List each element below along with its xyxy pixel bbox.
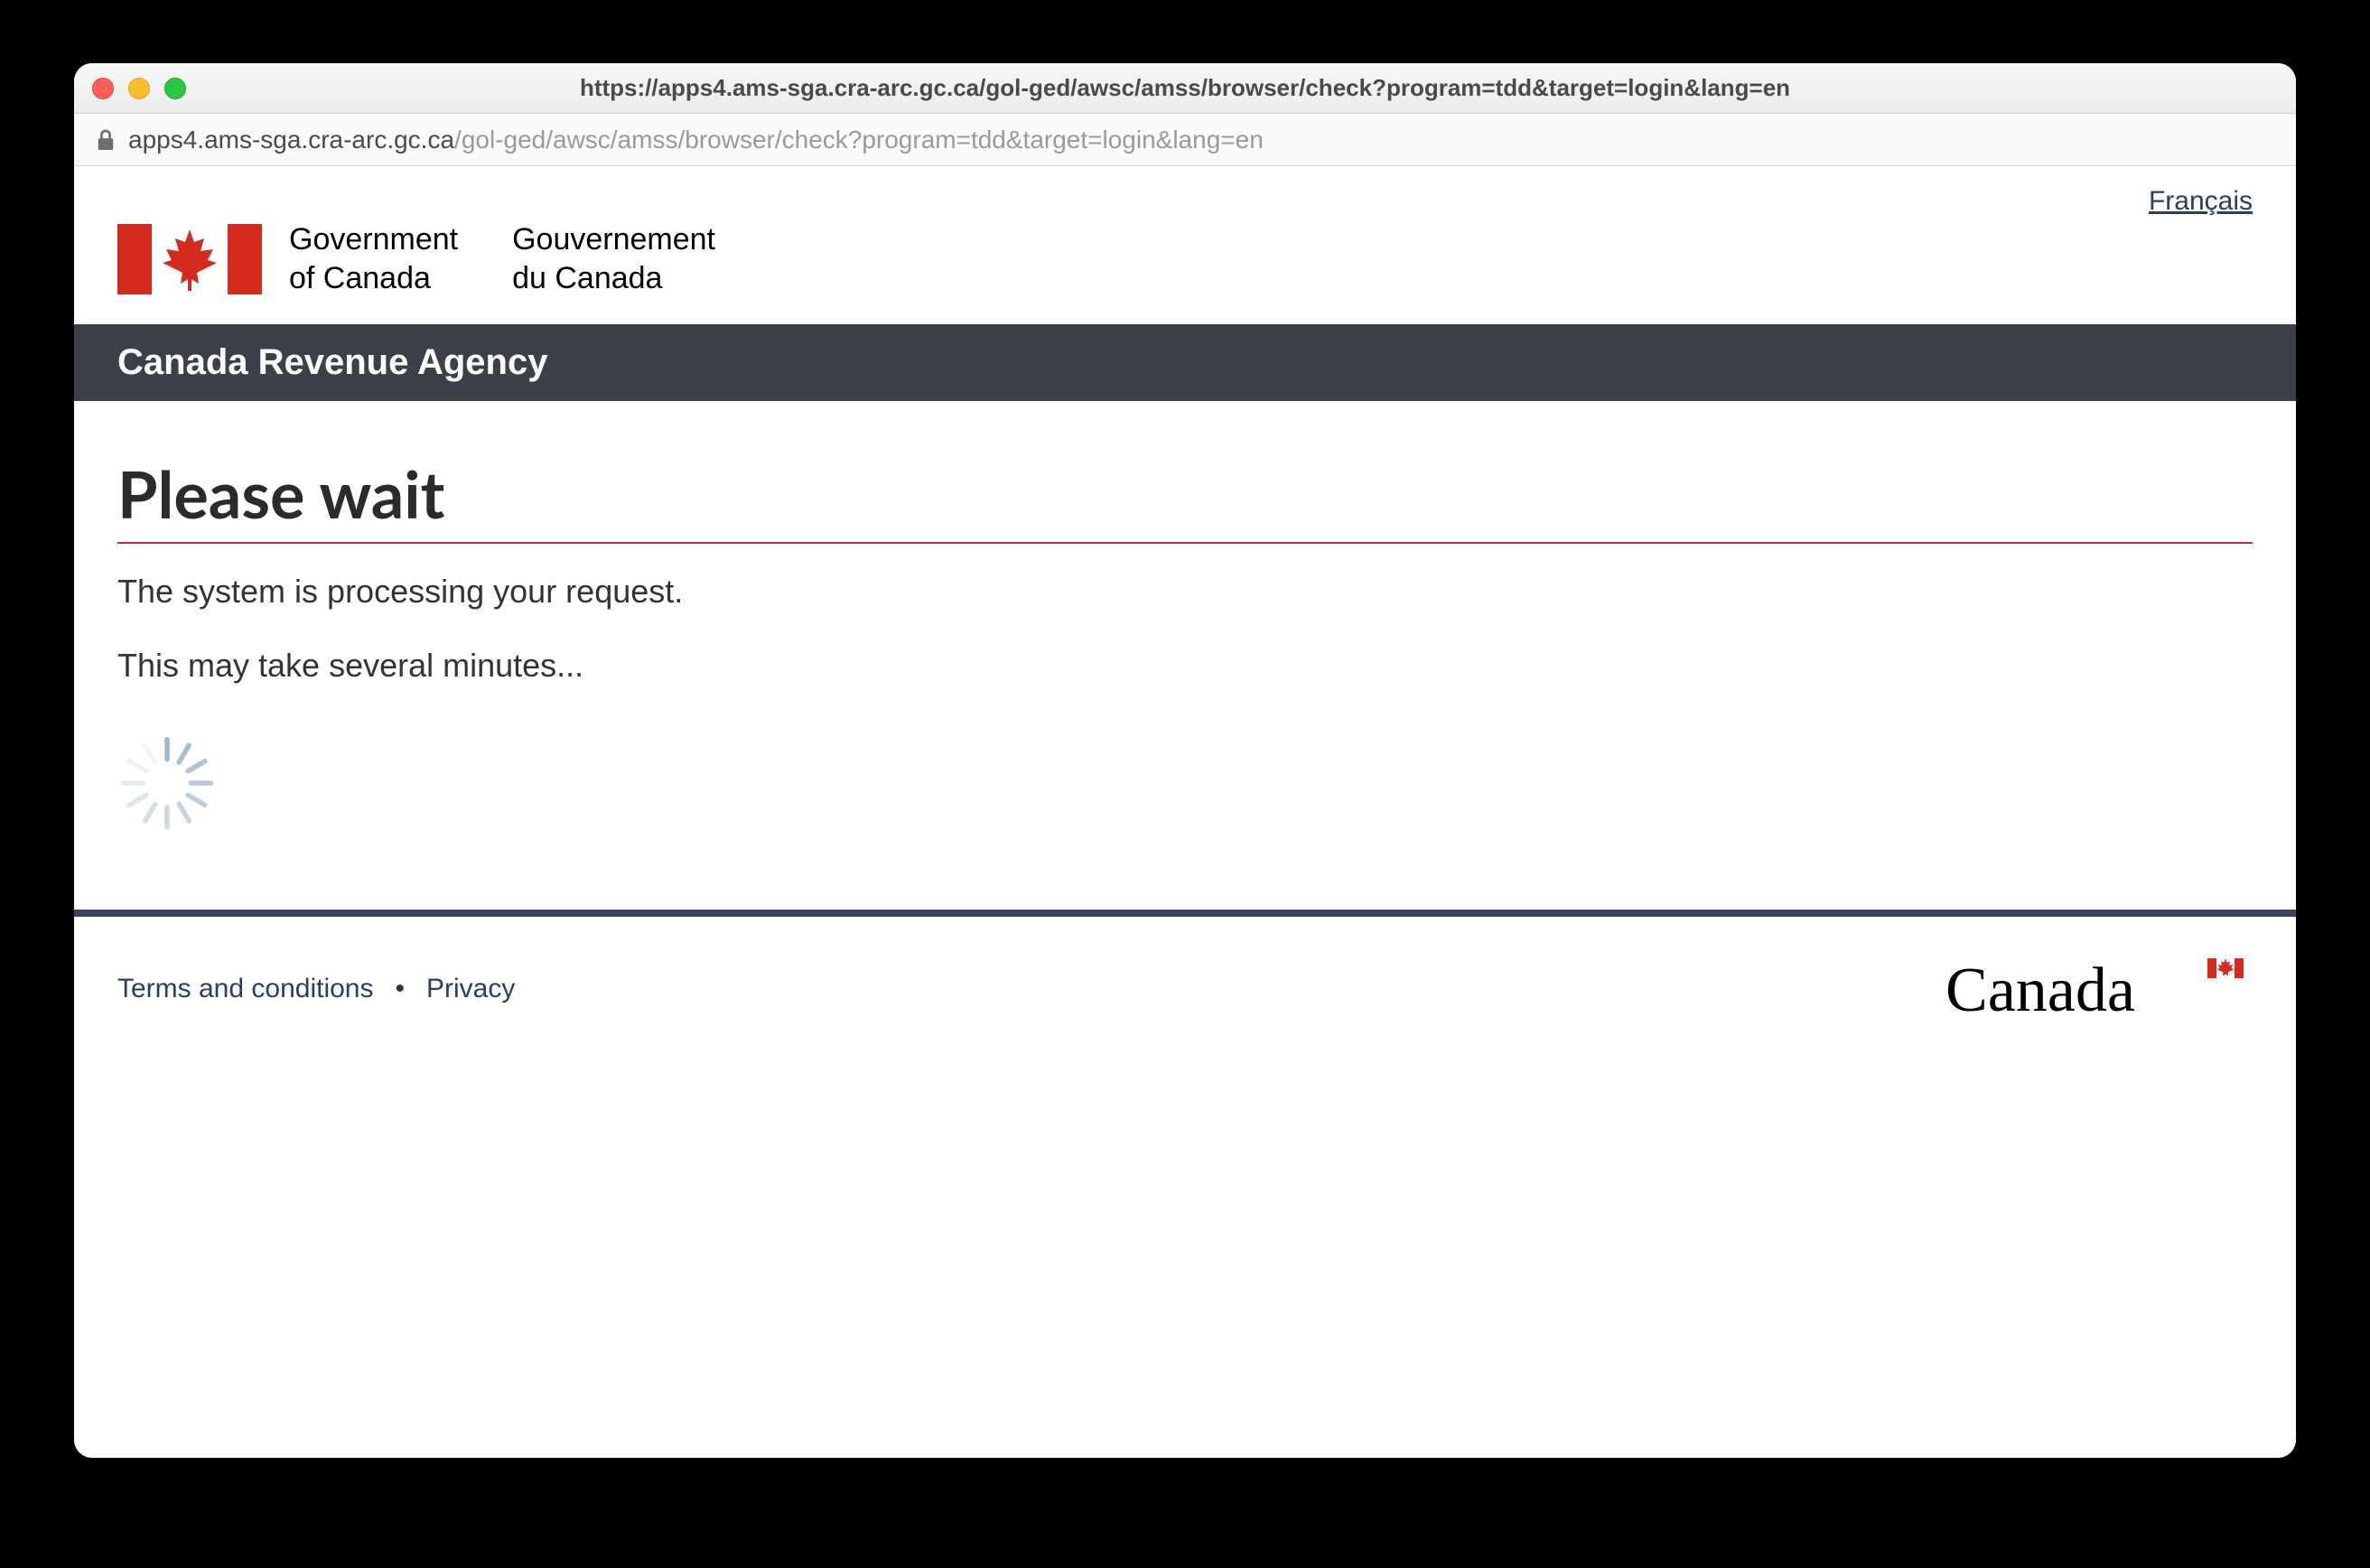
goc-fr-line2: du Canada: [512, 259, 715, 298]
address-bar[interactable]: apps4.ams-sga.cra-arc.gc.ca/gol-ged/awsc…: [74, 114, 2296, 166]
goc-en-line1: Government: [289, 220, 458, 259]
minimize-window-button[interactable]: [128, 78, 150, 99]
agency-title-bar: Canada Revenue Agency: [74, 324, 2296, 401]
address-text: apps4.ams-sga.cra-arc.gc.ca/gol-ged/awsc…: [128, 126, 1264, 154]
page-content: Français Government of Canada: [74, 166, 2296, 1458]
address-host: apps4.ams-sga.cra-arc.gc.ca: [128, 126, 454, 154]
goc-english-label: Government of Canada: [289, 220, 458, 297]
footer-links: Terms and conditions • Privacy: [117, 974, 515, 1004]
canada-wordmark-icon: Canada: [1945, 953, 2253, 1025]
lock-icon: [96, 128, 116, 152]
goc-signature: Government of Canada Gouvernement du Can…: [74, 217, 2296, 324]
footer: Terms and conditions • Privacy Canada: [74, 917, 2296, 1079]
language-toggle-link[interactable]: Français: [2149, 186, 2253, 217]
processing-message-2: This may take several minutes...: [117, 647, 2253, 685]
processing-message-1: The system is processing your request.: [117, 573, 2253, 611]
top-strip: Français: [74, 166, 2296, 217]
goc-en-line2: of Canada: [289, 259, 458, 298]
goc-french-label: Gouvernement du Canada: [512, 220, 715, 297]
window-title-url: https://apps4.ams-sga.cra-arc.gc.ca/gol-…: [74, 74, 2296, 102]
goc-text-block: Government of Canada Gouvernement du Can…: [289, 220, 715, 297]
spinner-icon: [117, 733, 217, 833]
browser-window: https://apps4.ams-sga.cra-arc.gc.ca/gol-…: [74, 63, 2296, 1458]
canada-flag-icon: [117, 224, 262, 294]
zoom-window-button[interactable]: [164, 78, 186, 99]
svg-text:Canada: Canada: [1945, 956, 2135, 1025]
privacy-link[interactable]: Privacy: [426, 974, 515, 1004]
loading-spinner: [117, 721, 2253, 864]
close-window-button[interactable]: [92, 78, 114, 99]
traffic-lights: [92, 78, 186, 99]
page-heading: Please wait: [117, 455, 2253, 544]
window-titlebar: https://apps4.ams-sga.cra-arc.gc.ca/gol-…: [74, 63, 2296, 114]
terms-link[interactable]: Terms and conditions: [117, 974, 373, 1004]
footer-rule: [74, 910, 2296, 917]
main-content: Please wait The system is processing you…: [74, 401, 2296, 910]
address-path: /gol-ged/awsc/amss/browser/check?program…: [454, 126, 1264, 154]
agency-title: Canada Revenue Agency: [117, 342, 547, 382]
footer-bullet: •: [395, 974, 405, 1004]
goc-fr-line1: Gouvernement: [512, 220, 715, 259]
